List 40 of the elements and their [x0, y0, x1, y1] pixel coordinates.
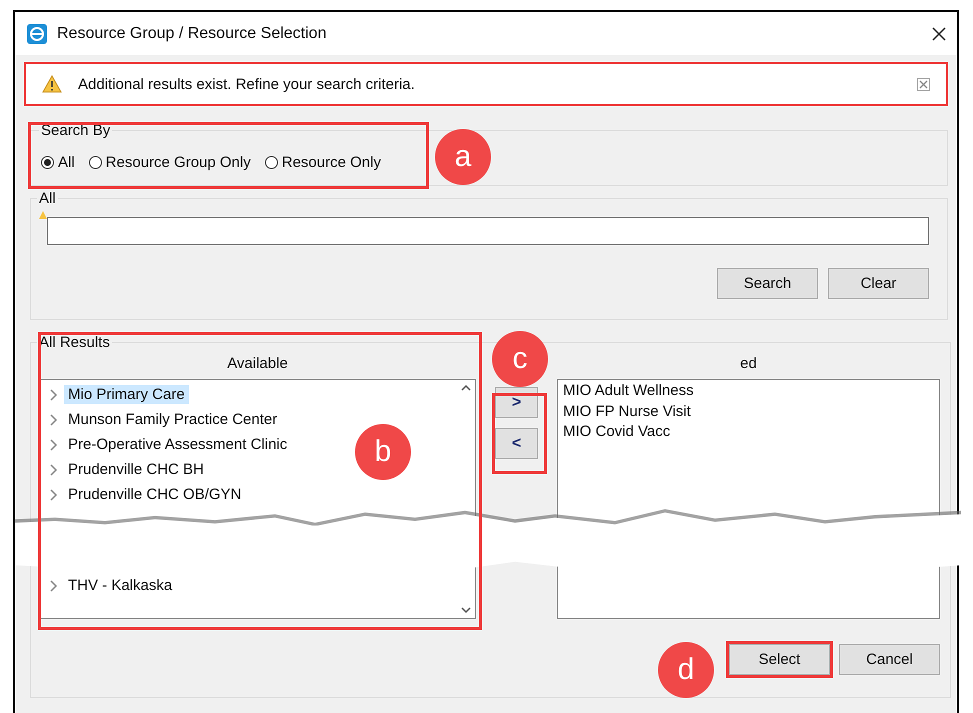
tree-item[interactable]: THV - Kalkaska [64, 576, 176, 595]
group-label: Search By [40, 122, 112, 139]
list-item[interactable]: MIO FP Nurse Visit [558, 402, 939, 422]
search-field[interactable] [47, 217, 929, 245]
callout-badge: a [435, 129, 491, 185]
app-icon [27, 24, 47, 44]
select-button[interactable]: Select [729, 644, 830, 675]
tree-item[interactable]: Mio Primary Care [64, 385, 189, 404]
close-icon[interactable] [931, 26, 947, 42]
tree-item[interactable]: Prudenville CHC BH [64, 460, 208, 479]
list-item[interactable]: MIO Adult Wellness [558, 381, 939, 402]
radio-option[interactable]: All [41, 154, 75, 170]
column-header: ed [740, 355, 757, 374]
scroll-down-icon[interactable] [460, 607, 470, 614]
move-button[interactable]: > [495, 387, 538, 418]
callout-badge: d [658, 642, 714, 698]
window-title: Resource Group / Resource Selection [57, 24, 328, 42]
chevron-icon[interactable] [50, 488, 58, 500]
radio-option[interactable]: Resource Only [264, 154, 381, 170]
chevron-icon[interactable] [50, 438, 58, 450]
move-button[interactable]: < [495, 428, 538, 459]
tree-item[interactable]: Pre-Operative Assessment Clinic [64, 435, 292, 454]
warning-icon [42, 75, 62, 93]
chevron-icon[interactable] [50, 464, 58, 476]
action-button[interactable]: Clear [828, 268, 929, 299]
column-header: Available [227, 355, 288, 374]
chevron-icon[interactable] [50, 388, 58, 400]
scroll-up-icon[interactable] [460, 384, 470, 391]
cancel-button[interactable]: Cancel [839, 644, 940, 675]
tree-item[interactable]: Munson Family Practice Center [64, 410, 282, 429]
tree-item[interactable]: Prudenville CHC OB/GYN [64, 485, 246, 504]
chevron-icon[interactable] [50, 414, 58, 426]
message-text: Additional results exist. Refine your search criteria. [78, 76, 416, 92]
radio-option[interactable]: Resource Group Only [88, 154, 251, 170]
list-item[interactable]: MIO Covid Vacc [558, 422, 939, 442]
action-button[interactable]: Search [717, 268, 818, 299]
group-label: All [38, 190, 57, 207]
callout-badge: c [492, 331, 548, 387]
chevron-icon[interactable] [50, 580, 58, 592]
warning-icon [39, 211, 47, 219]
